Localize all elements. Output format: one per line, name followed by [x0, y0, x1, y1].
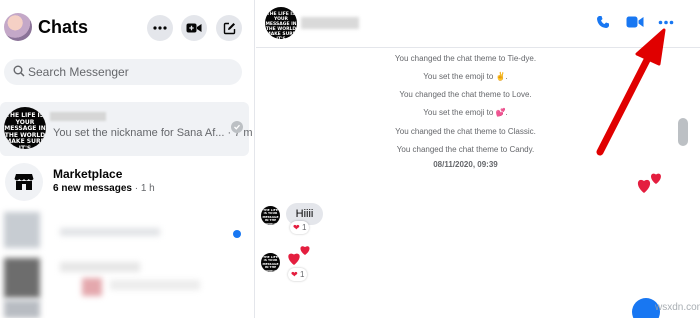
conversation-unread-summary: 6 new messages · 1 h	[53, 183, 155, 194]
message-reaction[interactable]: ❤ 1	[290, 221, 310, 234]
sender-avatar: THE LIFE IS YOUR MESSAGE IN THE WORLD MA…	[261, 206, 280, 225]
hearts-emoji-message[interactable]	[286, 243, 314, 267]
conversation-time: · 1 h	[131, 183, 155, 194]
video-call-icon	[186, 23, 202, 33]
system-message: You changed the chat theme to Tie-dye.	[394, 54, 537, 63]
system-message: You set the emoji to 💕.	[423, 108, 508, 117]
avatar-quote-text: THE LIFE IS YOUR MESSAGE IN THE WORLD MA…	[4, 112, 46, 149]
marketplace-avatar	[5, 163, 43, 201]
new-room-button[interactable]	[181, 15, 207, 41]
contact-name-blurred[interactable]	[301, 17, 359, 29]
system-message: You changed the chat theme to Love.	[399, 90, 532, 99]
outgoing-hearts-icon	[637, 173, 661, 193]
contact-avatar[interactable]: THE LIFE IS YOUR MESSAGE IN THE WORLD MA…	[265, 7, 297, 39]
more-options-icon	[153, 26, 167, 30]
avatar-quote-text: THE LIFE IS YOUR MESSAGE IN THE WORLD MA…	[262, 208, 279, 225]
new-message-icon	[223, 22, 235, 34]
unread-count-text: 6 new messages	[53, 183, 132, 194]
more-options-button[interactable]	[147, 15, 173, 41]
seen-check-icon	[231, 121, 243, 133]
reaction-count: 1	[301, 223, 307, 232]
conversation-name: Marketplace	[53, 167, 123, 181]
search-icon	[13, 65, 25, 77]
sidebar-title: Chats	[38, 17, 89, 37]
profile-avatar[interactable]	[4, 13, 32, 41]
search-input[interactable]	[28, 63, 228, 81]
heart-reaction-icon: ❤	[291, 270, 298, 279]
search-bar[interactable]	[4, 59, 242, 85]
conversation-preview: You set the nickname for Sana Af... · 7 …	[53, 127, 253, 139]
unread-indicator	[233, 230, 241, 238]
new-message-button[interactable]	[216, 15, 242, 41]
conversation-name-blurred	[50, 112, 106, 121]
more-options-icon[interactable]	[658, 20, 674, 25]
conversation-panel: THE LIFE IS YOUR MESSAGE IN THE WORLD MA…	[256, 0, 700, 318]
avatar-quote-text: THE LIFE IS YOUR MESSAGE IN THE WORLD MA…	[265, 12, 297, 39]
system-message: You changed the chat theme to Candy.	[396, 145, 535, 154]
video-call-icon[interactable]	[626, 15, 644, 29]
watermark-text: wsxdn.com	[655, 302, 700, 313]
system-message: You changed the chat theme to Classic.	[395, 127, 536, 136]
phone-icon[interactable]	[596, 15, 610, 29]
reaction-count: 1	[299, 270, 305, 279]
heart-reaction-icon: ❤	[293, 223, 300, 232]
conversation-header: THE LIFE IS YOUR MESSAGE IN THE WORLD MA…	[256, 0, 700, 48]
avatar-quote-text: THE LIFE IS YOUR MESSAGE IN THE WORLD MA…	[262, 255, 279, 272]
sidebar-header: Chats	[0, 0, 255, 58]
system-message: You set the emoji to ✌️.	[423, 72, 508, 81]
scrollbar-thumb[interactable]	[678, 118, 688, 146]
message-reaction[interactable]: ❤ 1	[288, 268, 308, 281]
message-timestamp: 08/11/2020, 09:39	[433, 160, 498, 169]
sender-avatar: THE LIFE IS YOUR MESSAGE IN THE WORLD MA…	[261, 253, 280, 272]
store-icon	[14, 174, 34, 190]
chat-list-sidebar: Chats THE LIFE I	[0, 0, 255, 318]
conversation-avatar: THE LIFE IS YOUR MESSAGE IN THE WORLD MA…	[4, 107, 46, 149]
